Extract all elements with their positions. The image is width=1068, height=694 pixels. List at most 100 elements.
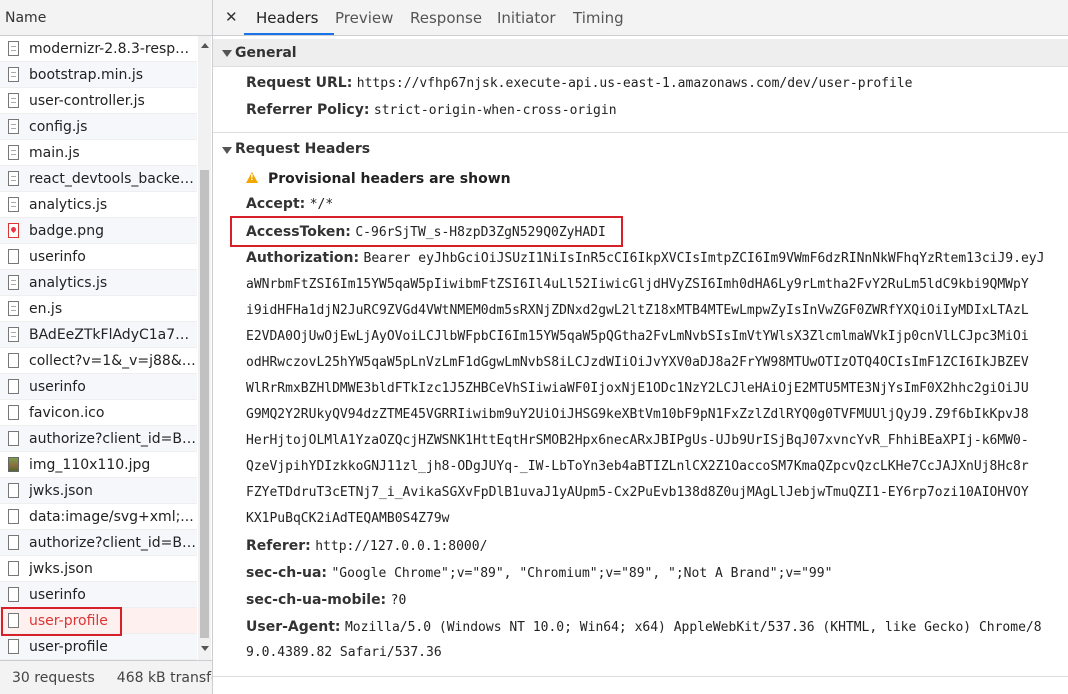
request-name: authorize?client_id=BAd... [29,534,197,551]
request-row[interactable]: analytics.js [0,270,197,296]
request-name: user-profile [29,638,108,655]
sec-ch-ua-key: sec-ch-ua: [246,565,328,581]
request-row[interactable]: userinfo [0,374,197,400]
request-row[interactable]: authorize?client_id=BAd... [0,530,197,556]
referer-value: http://127.0.0.1:8000/ [315,539,488,554]
request-row[interactable]: data:image/svg+xml;... [0,504,197,530]
script-file-icon [8,41,19,56]
document-file-icon [8,249,19,264]
authorization-key: Authorization: [246,250,360,266]
request-row[interactable]: react_devtools_backend.js [0,166,197,192]
document-file-icon [8,509,19,524]
tab-preview[interactable]: Preview [335,9,393,27]
transferred-size: 468 kB transferred [116,669,212,686]
request-name: authorize?client_id=BAd... [29,430,197,447]
script-file-icon [8,145,19,160]
authorization-value-line: E2VDA0OjUwOjEwLjAyOVoiLCJlbWFpbCI6Im15YW… [246,329,1029,344]
script-file-icon [8,67,19,82]
request-details-panel: ✕ Headers Preview Response Initiator Tim… [213,0,1068,694]
access-token-key: AccessToken: [246,224,351,240]
authorization-value-line: G9MQ2Y2RUkyQV94dzZTME45VGRRIiwibm9uY2UiO… [246,407,1029,422]
request-row[interactable]: authorize?client_id=BAd... [0,426,197,452]
request-row[interactable]: BAdEeZTkFlAdyC1a7nW... [0,322,197,348]
script-file-icon [8,119,19,134]
request-name: badge.png [29,222,104,239]
document-file-icon [8,535,19,550]
authorization-value-line: i9idHFHa1djN2JuRC9ZVGd4VWtNMEM0dm5sRXNjZ… [246,303,1029,318]
document-file-icon [8,405,19,420]
request-row[interactable]: favicon.ico [0,400,197,426]
request-url-row: Request URL: https://vfhp67njsk.execute-… [246,75,912,91]
accept-value: */* [309,197,334,212]
accept-key: Accept: [246,196,306,212]
request-row[interactable]: analytics.js [0,192,197,218]
request-row[interactable]: userinfo [0,582,197,608]
scroll-thumb[interactable] [200,170,209,638]
request-row-selected[interactable]: user-profile [0,608,197,634]
tab-timing[interactable]: Timing [573,9,624,27]
request-row[interactable]: bootstrap.min.js [0,62,197,88]
authorization-row: Authorization: Bearer eyJhbGciOiJSUzI1Ni… [246,250,1044,266]
document-file-icon [8,353,19,368]
request-name: user-controller.js [29,92,145,109]
request-name: config.js [29,118,88,135]
request-row[interactable]: jwks.json [0,478,197,504]
expand-triangle-icon [222,50,232,57]
tab-initiator[interactable]: Initiator [497,9,556,27]
user-agent-value: Mozilla/5.0 (Windows NT 10.0; Win64; x64… [344,620,1042,635]
request-row[interactable]: badge.png [0,218,197,244]
script-file-icon [8,171,19,186]
request-name: img_110x110.jpg [29,456,151,473]
scroll-down-arrow-icon[interactable] [201,646,209,651]
document-file-icon [8,379,19,394]
request-headers-section-header[interactable]: Request Headers [213,132,1068,160]
scroll-up-arrow-icon[interactable] [201,43,209,48]
request-name: BAdEeZTkFlAdyC1a7nW... [29,326,197,343]
request-row[interactable]: user-controller.js [0,88,197,114]
network-request-list: Name modernizr-2.8.3-respond bootstrap.mi… [0,0,213,694]
request-row[interactable]: en.js [0,296,197,322]
request-name: collect?v=1&_v=j88&a=... [29,352,197,369]
badge-image-icon [8,223,19,238]
referer-key: Referer: [246,538,311,554]
request-row[interactable]: config.js [0,114,197,140]
document-file-icon [8,431,19,446]
user-agent-key: User-Agent: [246,619,341,635]
user-agent-row: User-Agent: Mozilla/5.0 (Windows NT 10.0… [246,619,1042,635]
authorization-value-line: KX1PuBqCK2iAdTEQAMB0S4Z79w [246,511,450,526]
request-row[interactable]: main.js [0,140,197,166]
general-section-header[interactable]: General [213,39,1068,67]
sec-ch-ua-row: sec-ch-ua: "Google Chrome";v="89", "Chro… [246,565,832,581]
request-row[interactable]: userinfo [0,244,197,270]
request-row[interactable]: modernizr-2.8.3-respond [0,36,197,62]
tab-response[interactable]: Response [410,9,482,27]
request-row[interactable]: collect?v=1&_v=j88&a=... [0,348,197,374]
document-file-icon [8,613,19,628]
name-column-header[interactable]: Name [0,0,212,36]
warning-icon [246,172,258,183]
provisional-headers-warning: Provisional headers are shown [268,171,511,187]
request-name: userinfo [29,378,86,395]
request-row[interactable]: img_110x110.jpg [0,452,197,478]
document-file-icon [8,483,19,498]
expand-triangle-icon [222,147,232,154]
authorization-value-line: odHRwczovL25hYW5qaW5pLnVzLmF1dGgwLmNvbS8… [246,355,1029,370]
script-file-icon [8,197,19,212]
request-name: jwks.json [29,560,93,577]
request-list-scrollbar[interactable] [198,36,211,660]
image-file-icon [8,457,19,472]
active-tab-indicator [244,33,334,35]
sec-ch-ua-mobile-key: sec-ch-ua-mobile: [246,592,387,608]
tab-headers[interactable]: Headers [256,9,318,27]
document-file-icon [8,561,19,576]
request-name: analytics.js [29,196,108,213]
request-name: bootstrap.min.js [29,66,143,83]
referrer-policy-value: strict-origin-when-cross-origin [373,103,617,118]
script-file-icon [8,301,19,316]
document-file-icon [8,639,19,654]
authorization-value-line: QzeVjpihYDIzkkoGNJ11zl_jh8-ODgJUYq-_IW-L… [246,459,1029,474]
request-row[interactable]: jwks.json [0,556,197,582]
request-row[interactable]: user-profile [0,634,197,660]
request-name: user-profile [29,612,108,629]
close-icon[interactable]: ✕ [225,8,238,26]
